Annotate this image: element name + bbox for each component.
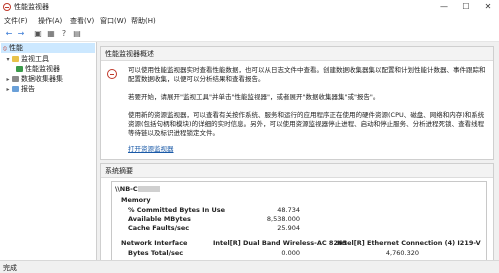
chevron-down-icon[interactable]: ▾ bbox=[4, 55, 12, 65]
memory-counter-name: Cache Faults/sec bbox=[128, 224, 190, 232]
tree-item-label: 数据收集器集 bbox=[21, 75, 63, 83]
network-counter-name: Bytes Total/sec bbox=[128, 249, 184, 257]
tree-item-label: 报告 bbox=[21, 85, 35, 93]
system-summary-box: \\NB-C Memory % Committed Bytes In Use 4… bbox=[111, 181, 487, 267]
memory-counter-name: % Committed Bytes In Use bbox=[128, 206, 226, 214]
window-title: 性能监视器 bbox=[14, 3, 49, 11]
menu-view[interactable]: 查看(V) bbox=[70, 16, 94, 26]
close-button[interactable]: ✕ bbox=[477, 0, 499, 14]
folder-icon bbox=[12, 56, 19, 62]
menu-window[interactable]: 窗口(W) bbox=[100, 16, 126, 26]
overview-paragraph-2: 若要开始，请展开"监视工具"并单击"性能监视器"，或者展开"数据收集器集"或"报… bbox=[128, 93, 380, 101]
menu-file[interactable]: 文件(F) bbox=[4, 16, 28, 26]
summary-header: 系统摘要 bbox=[101, 164, 493, 178]
chart-icon bbox=[16, 66, 23, 72]
tree-item-label: 性能 bbox=[9, 44, 23, 52]
maximize-button[interactable]: ☐ bbox=[455, 0, 477, 14]
tree-item-performance[interactable]: ⦸ 性能 bbox=[1, 43, 95, 53]
overview-title: 性能监视器概述 bbox=[105, 50, 154, 58]
chevron-right-icon[interactable]: ▸ bbox=[4, 85, 12, 95]
app-node-icon: ⦸ bbox=[3, 45, 7, 52]
collector-icon bbox=[12, 76, 19, 82]
memory-counter-value: 8,538.000 bbox=[266, 215, 300, 223]
tree-item-monitoring-tools[interactable]: ▾ 监视工具 bbox=[4, 54, 49, 64]
network-adapter-2: Intel[R] Ethernet Connection (4) I219-V bbox=[337, 239, 481, 247]
tree-item-performance-monitor[interactable]: 性能监视器 bbox=[16, 64, 60, 74]
grid-icon[interactable]: ▦ bbox=[45, 28, 57, 39]
memory-counter-value: 48.734 bbox=[277, 206, 300, 214]
redacted-name bbox=[137, 186, 160, 192]
tree-item-data-collector-sets[interactable]: ▸ 数据收集器集 bbox=[4, 74, 63, 84]
content-area: 性能监视器概述 可以使用性能监视器实时查看性能数据，也可以从日志文件中查看。创建… bbox=[97, 42, 499, 267]
forward-icon[interactable]: → bbox=[15, 28, 27, 39]
back-icon[interactable]: ← bbox=[3, 28, 15, 39]
performance-monitor-icon bbox=[3, 3, 11, 11]
help-icon[interactable]: ? bbox=[58, 28, 70, 39]
menu-bar: 文件(F) 操作(A) 查看(V) 窗口(W) 帮助(H) bbox=[0, 14, 499, 27]
up-icon[interactable]: ▣ bbox=[32, 28, 44, 39]
title-bar: 性能监视器 — ☐ ✕ bbox=[0, 0, 499, 14]
computer-name-text: \\NB-C bbox=[115, 185, 138, 193]
summary-panel: 系统摘要 \\NB-C Memory % Committed Bytes In … bbox=[100, 163, 494, 267]
memory-counter-name: Available MBytes bbox=[128, 215, 191, 223]
overview-paragraph-1: 可以使用性能监视器实时查看性能数据，也可以从日志文件中查看。创建数据收集器集以配… bbox=[128, 66, 486, 83]
network-adapter-1: Intel[R] Dual Band Wireless-AC 8265 bbox=[213, 239, 348, 247]
network-header: Network Interface bbox=[121, 239, 188, 247]
tree-item-reports[interactable]: ▸ 报告 bbox=[4, 84, 35, 94]
report-icon bbox=[12, 86, 19, 92]
tree-item-label: 监视工具 bbox=[21, 55, 49, 63]
navigation-tree: ⦸ 性能 ▾ 监视工具 性能监视器 ▸ 数据收集器集 ▸ 报告 bbox=[0, 42, 97, 260]
panel-icon[interactable]: ▤ bbox=[71, 28, 83, 39]
minimize-button[interactable]: — bbox=[433, 0, 455, 14]
menu-action[interactable]: 操作(A) bbox=[38, 16, 62, 26]
network-value-1: 0.000 bbox=[281, 249, 300, 257]
memory-header: Memory bbox=[121, 196, 151, 204]
menu-help[interactable]: 帮助(H) bbox=[131, 16, 156, 26]
overview-paragraph-3: 使用新的资源监视器，可以查看有关按作系统、服务和运行的应用程序正在使用的硬件资源… bbox=[128, 111, 485, 137]
network-value-2: 4,760.320 bbox=[385, 249, 419, 257]
open-resource-monitor-link[interactable]: 打开资源监视器 bbox=[128, 145, 174, 154]
computer-name: \\NB-C bbox=[115, 185, 160, 193]
overview-header: 性能监视器概述 bbox=[101, 47, 493, 61]
summary-title: 系统摘要 bbox=[105, 167, 133, 175]
toolbar: ← → ▣ ▦ ? ▤ bbox=[0, 27, 499, 42]
memory-counter-value: 25.904 bbox=[277, 224, 300, 232]
overview-panel: 性能监视器概述 可以使用性能监视器实时查看性能数据，也可以从日志文件中查看。创建… bbox=[100, 46, 494, 160]
status-bar: 完成 bbox=[0, 260, 499, 273]
tree-item-label: 性能监视器 bbox=[25, 65, 60, 73]
performance-monitor-icon bbox=[107, 69, 117, 79]
